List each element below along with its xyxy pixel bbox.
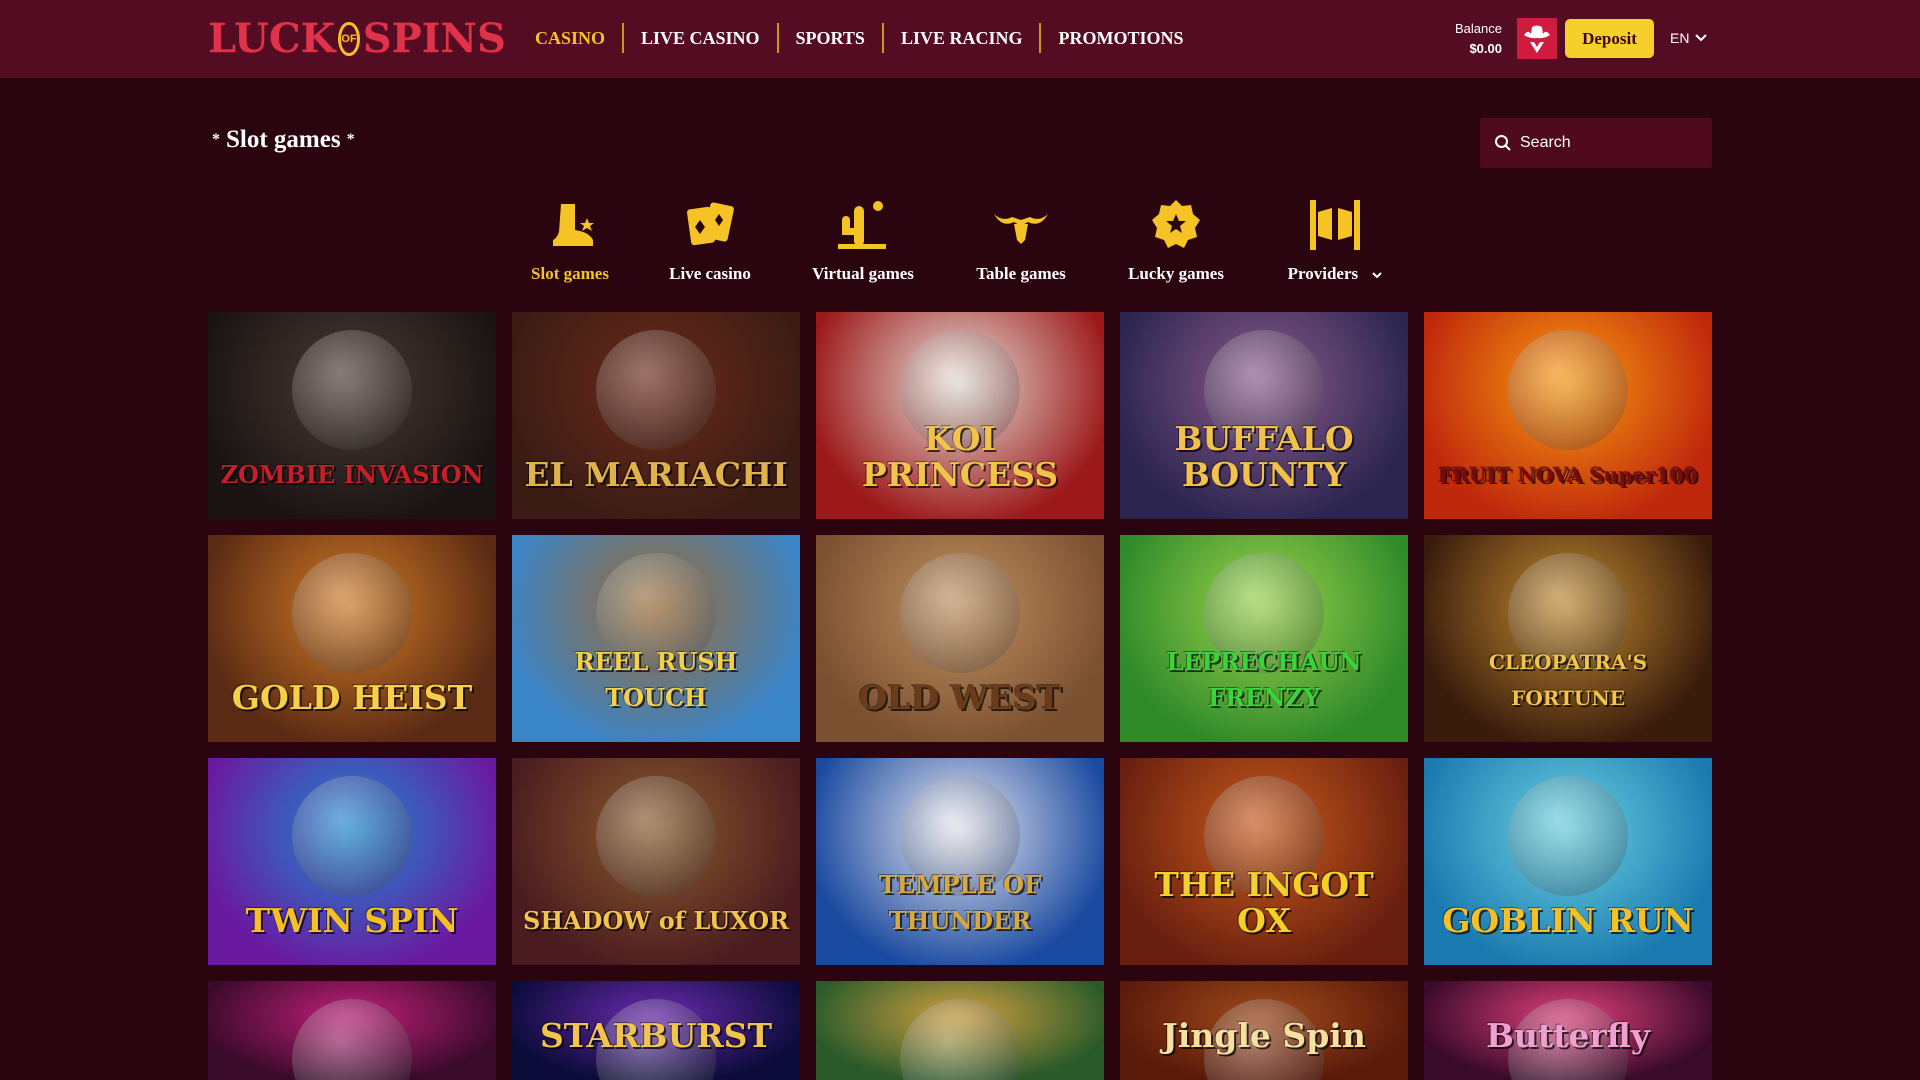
game-tile[interactable] bbox=[208, 981, 496, 1080]
game-artwork bbox=[596, 330, 716, 450]
game-artwork bbox=[292, 553, 412, 673]
search-icon bbox=[1495, 135, 1511, 151]
category-label: Live casino bbox=[669, 264, 751, 283]
game-title: BUFFALO BOUNTY bbox=[1174, 419, 1354, 494]
providers-label: Providers bbox=[1287, 264, 1359, 283]
game-title: SHADOW of LUXOR bbox=[523, 906, 789, 935]
balance-display: Balance $0.00 bbox=[1436, 19, 1502, 59]
game-tile[interactable]: REEL RUSH TOUCH bbox=[512, 535, 800, 742]
category-label: Lucky games bbox=[1128, 264, 1224, 283]
category-live-casino[interactable]: Live casino bbox=[660, 196, 760, 288]
search-input[interactable] bbox=[1520, 134, 1710, 152]
bull-horns-icon bbox=[994, 214, 1048, 244]
title-star-right: * bbox=[346, 131, 355, 148]
game-artwork bbox=[900, 553, 1020, 673]
nav-promotions[interactable]: PROMOTIONS bbox=[1041, 23, 1200, 53]
game-title: Butterfly bbox=[1486, 1016, 1650, 1055]
category-slot-games[interactable]: Slot games bbox=[520, 196, 620, 288]
game-tile[interactable]: Jingle Spin bbox=[1120, 981, 1408, 1080]
game-title: TEMPLE OF THUNDER bbox=[878, 870, 1042, 935]
saloon-doors-icon bbox=[1310, 200, 1360, 250]
game-artwork bbox=[292, 330, 412, 450]
game-tile[interactable]: GOBLIN RUN bbox=[1424, 758, 1712, 965]
category-label: Virtual games bbox=[812, 264, 914, 283]
search-box[interactable] bbox=[1480, 118, 1712, 168]
game-tile[interactable]: OLD WEST bbox=[816, 535, 1104, 742]
game-title: STARBURST bbox=[539, 1016, 773, 1055]
game-title: KOI PRINCESS bbox=[861, 419, 1059, 494]
site-logo[interactable]: LUCK OF SPINS bbox=[208, 15, 506, 62]
game-title: Jingle Spin bbox=[1162, 1016, 1366, 1055]
account-avatar[interactable] bbox=[1517, 18, 1557, 59]
category-label: Providers bbox=[1280, 264, 1390, 284]
game-tile[interactable]: ZOMBIE INVASION bbox=[208, 312, 496, 519]
game-title: ZOMBIE INVASION bbox=[220, 460, 484, 489]
game-tile[interactable]: GOLD HEIST bbox=[208, 535, 496, 742]
game-artwork bbox=[900, 999, 1020, 1080]
balance-amount: $0.00 bbox=[1469, 41, 1502, 56]
cards-icon bbox=[686, 202, 734, 246]
page-title: * Slot games * bbox=[206, 126, 361, 154]
boot-icon bbox=[553, 204, 594, 246]
game-tile[interactable]: TEMPLE OF THUNDER bbox=[816, 758, 1104, 965]
page-title-text: Slot games bbox=[226, 126, 341, 153]
top-header: LUCK OF SPINS CASINO LIVE CASINO SPORTS … bbox=[0, 0, 1920, 78]
game-title: CLEOPATRA'S FORTUNE bbox=[1488, 650, 1648, 710]
cowboy-hat-icon bbox=[1524, 25, 1550, 53]
game-title: OLD WEST bbox=[858, 678, 1062, 717]
game-tile[interactable] bbox=[816, 981, 1104, 1080]
cactus-icon bbox=[838, 201, 886, 249]
language-code: EN bbox=[1670, 30, 1690, 46]
game-tile[interactable]: LEPRECHAUN FRENZY bbox=[1120, 535, 1408, 742]
game-tile[interactable]: SHADOW of LUXOR bbox=[512, 758, 800, 965]
game-title: THE INGOT OX bbox=[1154, 865, 1374, 940]
nav-live-casino[interactable]: LIVE CASINO bbox=[624, 23, 777, 53]
nav-live-racing[interactable]: LIVE RACING bbox=[884, 23, 1040, 53]
balance-label: Balance bbox=[1455, 21, 1502, 36]
game-artwork bbox=[1508, 330, 1628, 450]
game-artwork bbox=[292, 999, 412, 1080]
game-title: TWIN SPIN bbox=[245, 901, 459, 940]
logo-word-spins: SPINS bbox=[362, 15, 506, 62]
game-title: FRUIT NOVA Super100 bbox=[1438, 463, 1698, 487]
game-title: GOBLIN RUN bbox=[1442, 901, 1694, 940]
chevron-down-icon bbox=[1695, 34, 1708, 42]
logo-word-luck: LUCK bbox=[208, 15, 336, 62]
game-tile[interactable]: KOI PRINCESS bbox=[816, 312, 1104, 519]
game-title: GOLD HEIST bbox=[231, 678, 473, 717]
game-title: LEPRECHAUN FRENZY bbox=[1166, 647, 1362, 712]
nav-sports[interactable]: SPORTS bbox=[779, 23, 882, 53]
game-tile[interactable]: BUFFALO BOUNTY bbox=[1120, 312, 1408, 519]
category-label: Table games bbox=[976, 264, 1066, 283]
sheriff-badge-icon bbox=[1152, 200, 1200, 248]
title-star-left: * bbox=[212, 131, 220, 148]
category-label: Slot games bbox=[531, 264, 609, 283]
deposit-button[interactable]: Deposit bbox=[1565, 19, 1654, 58]
logo-horseshoe-of: OF bbox=[338, 22, 360, 56]
chevron-down-icon bbox=[1372, 272, 1383, 279]
category-providers[interactable]: Providers bbox=[1280, 196, 1390, 288]
game-tile[interactable]: FRUIT NOVA Super100 bbox=[1424, 312, 1712, 519]
nav-casino[interactable]: CASINO bbox=[518, 23, 622, 53]
category-table-games[interactable]: Table games bbox=[970, 196, 1072, 288]
game-tile[interactable]: TWIN SPIN bbox=[208, 758, 496, 965]
game-artwork bbox=[1508, 776, 1628, 896]
game-tile[interactable]: STARBURST bbox=[512, 981, 800, 1080]
language-selector[interactable]: EN bbox=[1670, 26, 1708, 50]
game-tile[interactable]: THE INGOT OX bbox=[1120, 758, 1408, 965]
game-tile[interactable]: CLEOPATRA'S FORTUNE bbox=[1424, 535, 1712, 742]
game-artwork bbox=[596, 776, 716, 896]
category-lucky-games[interactable]: Lucky games bbox=[1120, 196, 1232, 288]
game-artwork bbox=[292, 776, 412, 896]
main-nav: CASINO LIVE CASINO SPORTS LIVE RACING PR… bbox=[518, 22, 1200, 54]
game-title: REEL RUSH TOUCH bbox=[574, 647, 738, 712]
game-tile[interactable]: EL MARIACHI bbox=[512, 312, 800, 519]
game-tile[interactable]: Butterfly bbox=[1424, 981, 1712, 1080]
category-virtual-games[interactable]: Virtual games bbox=[800, 196, 926, 288]
game-title: EL MARIACHI bbox=[524, 455, 788, 494]
